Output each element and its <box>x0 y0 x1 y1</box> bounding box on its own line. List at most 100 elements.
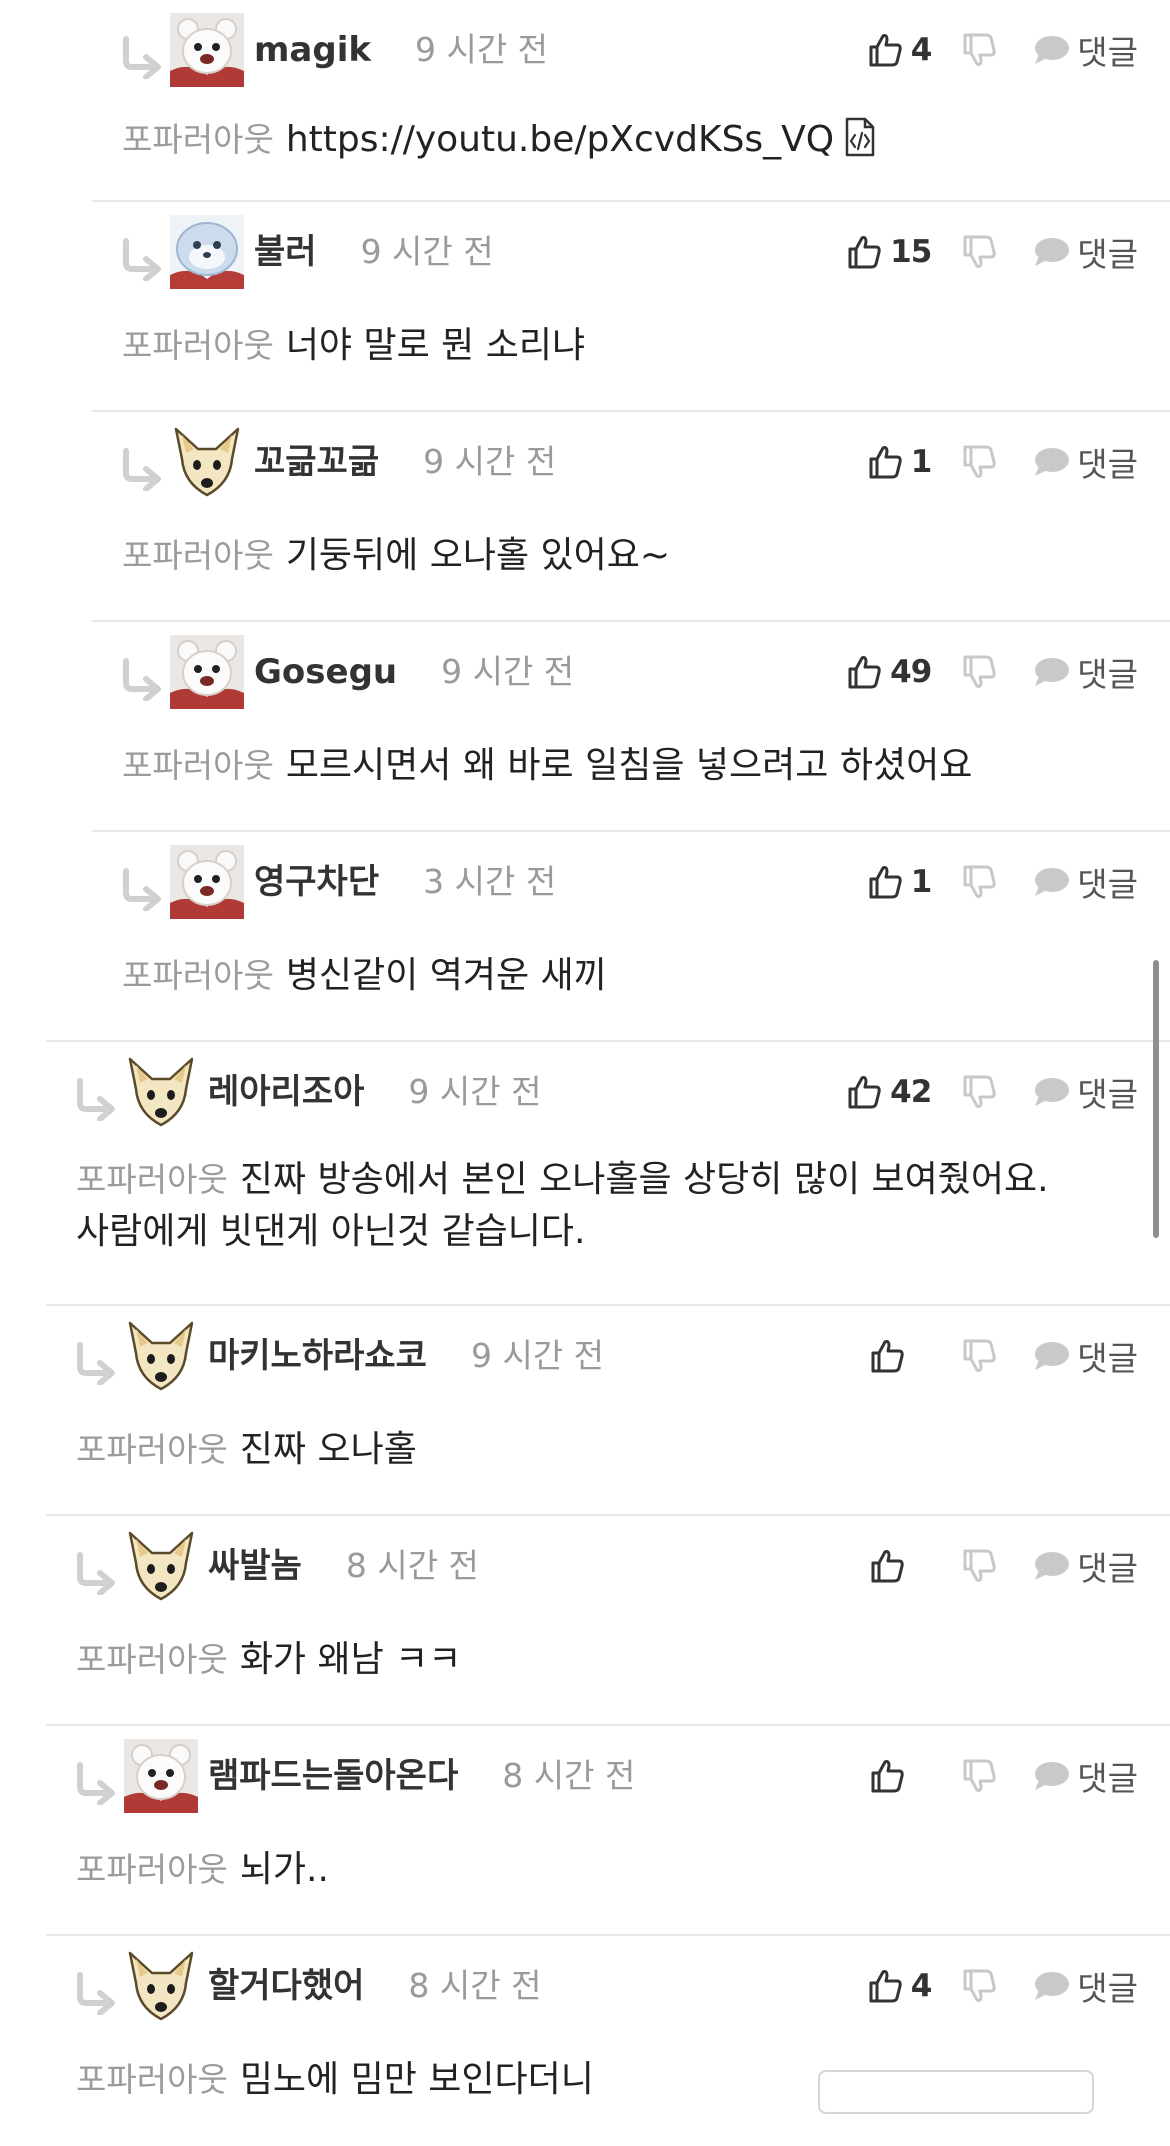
like-count: 1 <box>910 444 933 480</box>
comment-text: 너야 말로 뭔 소리냐 <box>285 325 586 366</box>
avatar[interactable] <box>170 13 244 87</box>
comment-nickname[interactable]: 할거다했어 <box>208 1966 364 2006</box>
comment-actions: 댓글 <box>869 1333 1138 1379</box>
avatar[interactable] <box>124 1319 198 1393</box>
comment-header: 레아리조아 9 시간 전 42 댓글 <box>46 1055 1170 1129</box>
dislike-button[interactable] <box>961 649 997 695</box>
reply-arrow-icon <box>74 1077 118 1121</box>
reply-button[interactable]: 댓글 <box>1031 229 1138 275</box>
like-count: 4 <box>910 1968 933 2004</box>
comment-time: 9 시간 전 <box>408 1072 542 1111</box>
comment-header: 불러 9 시간 전 15 댓글 <box>92 215 1170 289</box>
like-button[interactable] <box>869 1333 931 1379</box>
comment-nickname[interactable]: 싸발놈 <box>208 1546 302 1586</box>
comment-nickname[interactable]: 레아리조아 <box>208 1072 364 1112</box>
writer-badge: 포파러아웃 <box>122 326 274 365</box>
avatar[interactable] <box>124 1529 198 1603</box>
reply-button[interactable]: 댓글 <box>1031 649 1138 695</box>
comment-body: 포파러아웃 진짜 방송에서 본인 오나홀을 상당히 많이 보여줬어요. 사람에게 … <box>76 1154 1140 1258</box>
comment-item: 레아리조아 9 시간 전 42 댓글 포파러아웃 진짜 방송에서 본인 오나홀을 상… <box>46 1042 1170 1306</box>
thumbs-down-icon <box>961 654 997 690</box>
comment-item: 꼬긂꼬긂 9 시간 전 1 댓글 포파러아웃 기둥뒤에 오나홀 있어요~ <box>92 412 1170 622</box>
dislike-button[interactable] <box>961 1333 997 1379</box>
comment-text: 밈노에 밈만 보인다더니 <box>239 2059 594 2100</box>
like-count: 15 <box>890 234 932 270</box>
like-button[interactable]: 15 <box>846 229 932 275</box>
comment-body: 포파러아웃 화가 왜남 ㅋㅋ <box>76 1634 1140 1686</box>
comment-text: 진짜 방송에서 본인 오나홀을 상당히 많이 보여줬어요. <box>239 1159 1049 1200</box>
comment-header: Gosegu 9 시간 전 49 댓글 <box>92 635 1170 709</box>
like-button[interactable]: 49 <box>846 649 932 695</box>
avatar[interactable] <box>124 1949 198 2023</box>
reply-arrow-icon <box>120 447 164 491</box>
dislike-button[interactable] <box>961 1753 997 1799</box>
thumbs-up-icon <box>867 1968 903 2004</box>
thumbs-up-icon <box>846 234 882 270</box>
comment-body: 포파러아웃 뇌가.. <box>76 1844 1140 1896</box>
comment-nickname[interactable]: 램파드는돌아온다 <box>208 1756 458 1796</box>
comment-nickname[interactable]: 불러 <box>254 232 317 272</box>
comment-nickname[interactable]: 영구차단 <box>254 862 379 902</box>
partial-button[interactable] <box>818 2070 1094 2114</box>
avatar[interactable] <box>170 635 244 709</box>
dislike-button[interactable] <box>961 1543 997 1589</box>
reply-button[interactable]: 댓글 <box>1031 1333 1138 1379</box>
comment-actions: 4 댓글 <box>867 1963 1138 2009</box>
like-button[interactable]: 1 <box>867 439 932 485</box>
comment-time: 9 시간 전 <box>441 652 575 691</box>
speech-bubble-icon <box>1031 1338 1071 1374</box>
thumbs-down-icon <box>961 864 997 900</box>
reply-button[interactable]: 댓글 <box>1031 1963 1138 2009</box>
comment-nickname[interactable]: magik <box>254 30 371 70</box>
comment-nickname[interactable]: 꼬긂꼬긂 <box>254 442 379 482</box>
comment-actions: 댓글 <box>869 1543 1138 1589</box>
like-count: 49 <box>890 654 932 690</box>
reply-label: 댓글 <box>1077 1075 1138 1114</box>
speech-bubble-icon <box>1031 1548 1071 1584</box>
dislike-button[interactable] <box>961 1069 997 1115</box>
comment-actions: 15 댓글 <box>846 229 1138 275</box>
avatar[interactable] <box>124 1739 198 1813</box>
avatar[interactable] <box>170 425 244 499</box>
like-button[interactable]: 1 <box>867 859 932 905</box>
reply-button[interactable]: 댓글 <box>1031 439 1138 485</box>
comment-nickname[interactable]: Gosegu <box>254 652 397 692</box>
comment-body: 포파러아웃 진짜 오나홀 <box>76 1424 1140 1476</box>
like-button[interactable] <box>869 1543 931 1589</box>
comment-actions: 댓글 <box>869 1753 1138 1799</box>
reply-button[interactable]: 댓글 <box>1031 1069 1138 1115</box>
like-button[interactable]: 42 <box>846 1069 932 1115</box>
dislike-button[interactable] <box>961 229 997 275</box>
thumbs-up-icon <box>867 864 903 900</box>
dislike-button[interactable] <box>961 1963 997 2009</box>
comment-item: 할거다했어 8 시간 전 4 댓글 포파러아웃 밈노에 밈만 보인다더니 <box>46 1936 1170 2146</box>
reply-button[interactable]: 댓글 <box>1031 859 1138 905</box>
reply-arrow-icon <box>74 1551 118 1595</box>
scrollbar[interactable] <box>1153 960 1159 1238</box>
reply-button[interactable]: 댓글 <box>1031 1753 1138 1799</box>
comment-link[interactable]: https://youtu.be/pXcvdKSs_VQ <box>286 119 834 160</box>
reply-button[interactable]: 댓글 <box>1031 27 1138 73</box>
comment-header: magik 9 시간 전 4 댓글 <box>92 13 1170 87</box>
like-button[interactable] <box>869 1753 931 1799</box>
reply-label: 댓글 <box>1077 33 1138 72</box>
dislike-button[interactable] <box>961 27 997 73</box>
like-count: 42 <box>890 1074 932 1110</box>
avatar[interactable] <box>170 215 244 289</box>
reply-button[interactable]: 댓글 <box>1031 1543 1138 1589</box>
like-button[interactable]: 4 <box>867 1963 932 2009</box>
avatar[interactable] <box>170 845 244 919</box>
avatar[interactable] <box>124 1055 198 1129</box>
reply-arrow-icon <box>74 1761 118 1805</box>
speech-bubble-icon <box>1031 864 1071 900</box>
comment-text: 병신같이 역겨운 새끼 <box>285 955 607 996</box>
reply-arrow-icon <box>120 35 164 79</box>
comment-actions: 4 댓글 <box>867 27 1138 73</box>
comment-time: 9 시간 전 <box>360 232 494 271</box>
embed-code-icon[interactable] <box>844 117 876 157</box>
like-button[interactable]: 4 <box>867 27 932 73</box>
comment-nickname[interactable]: 마키노하라쇼코 <box>208 1336 427 1376</box>
dislike-button[interactable] <box>961 439 997 485</box>
thumbs-down-icon <box>961 1758 997 1794</box>
dislike-button[interactable] <box>961 859 997 905</box>
